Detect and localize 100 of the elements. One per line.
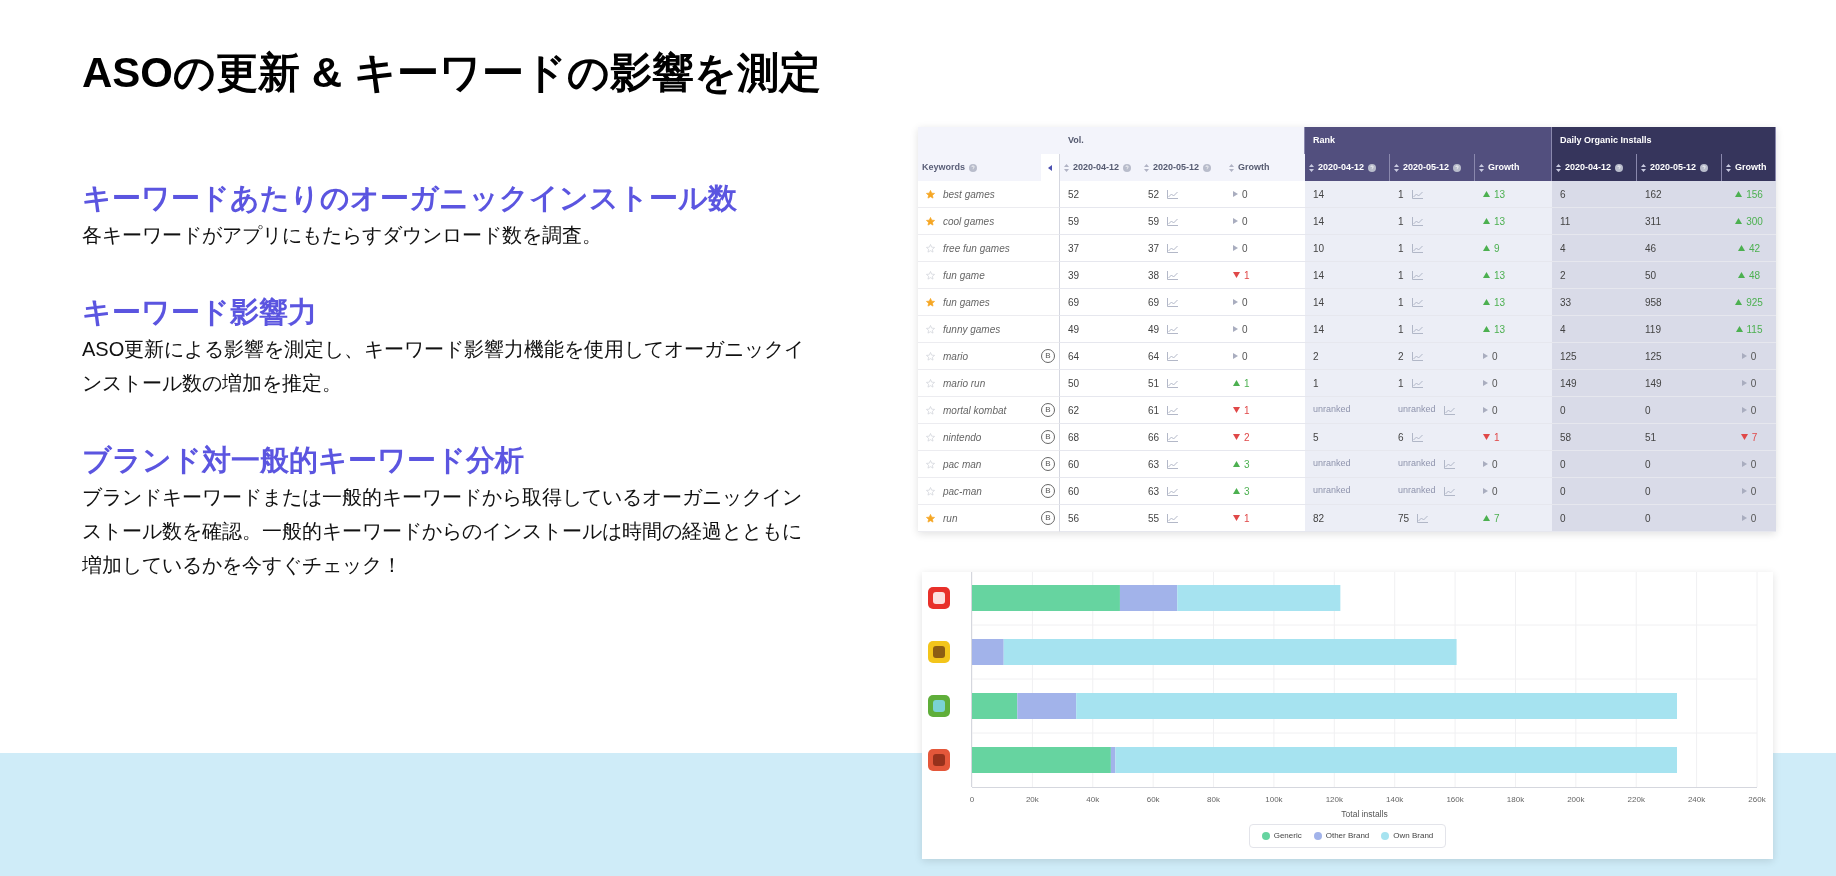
trend-icon[interactable] [1411,324,1423,334]
trend-icon[interactable] [1417,513,1429,523]
trend-icon[interactable] [1411,378,1423,388]
column-header[interactable]: 2020-05-12 [1140,154,1225,181]
growth-value: 0 [1242,322,1248,337]
trend-icon[interactable] [1411,243,1423,253]
star-icon[interactable] [926,405,935,415]
sort-icon[interactable] [1309,163,1314,172]
growth-value: 13 [1494,187,1506,202]
trend-icon[interactable] [1167,351,1179,361]
collapse-button[interactable] [1041,154,1059,181]
table-cell-text: 119 [1645,322,1661,337]
table-cell-text: 1 [1398,322,1404,337]
trend-icon[interactable] [1167,324,1179,334]
growth-value: 0 [1242,295,1248,310]
trend-icon[interactable] [1167,378,1179,388]
column-header[interactable]: Growth [1722,154,1776,181]
trend-icon[interactable] [1167,486,1179,496]
growth-value: 48 [1748,268,1761,283]
trend-icon[interactable] [1167,297,1179,307]
trend-icon[interactable] [1167,270,1179,280]
trend-icon[interactable] [1411,270,1423,280]
page-title: ASOの更新 & キーワードの影響を測定 [82,48,822,98]
group-header: Daily Organic Installs [1552,127,1776,154]
trend-icon[interactable] [1167,216,1179,226]
growth-value: 2 [1244,430,1250,445]
sort-icon[interactable] [1394,163,1399,172]
trend-icon[interactable] [1167,189,1179,199]
star-icon[interactable] [926,351,935,361]
star-icon[interactable] [926,189,935,199]
tick-label: 0 [969,795,975,804]
star-icon[interactable] [926,378,935,388]
trend-icon[interactable] [1443,459,1455,469]
legend-label: Other Brand [1325,830,1370,842]
sort-icon[interactable] [1479,163,1484,172]
column-header[interactable]: 2020-05-12 [1390,154,1475,181]
help-icon [969,163,977,172]
table-cell-text: 1 [1398,268,1404,283]
column-header[interactable]: Growth [1475,154,1552,181]
trend-icon[interactable] [1411,297,1423,307]
trend-icon[interactable] [1167,243,1179,253]
table-cell-text: 49 [1148,322,1160,337]
growth-value: 300 [1746,214,1763,229]
sort-icon[interactable] [1556,163,1561,172]
help-icon [1453,163,1462,172]
table-cell-text: 1 [1313,376,1319,391]
tick-label: 200k [1567,795,1585,804]
sort-icon[interactable] [1726,163,1731,172]
tick-label: 160k [1446,795,1464,804]
trend-icon[interactable] [1167,405,1179,415]
column-header[interactable]: 2020-05-12 [1637,154,1722,181]
trend-icon[interactable] [1167,432,1179,442]
star-icon[interactable] [926,324,935,334]
table-cell-text: 63 [1148,457,1160,472]
table-cell-text: 125 [1645,349,1662,364]
trend-icon[interactable] [1411,189,1423,199]
growth-value: 7 [1494,511,1500,526]
table-cell-text: 4 [1560,322,1566,337]
column-header[interactable]: 2020-04-12 [1305,154,1390,181]
star-icon[interactable] [926,243,935,253]
trend-icon[interactable] [1411,216,1423,226]
trend-icon[interactable] [1443,486,1455,496]
trend-icon[interactable] [1167,513,1179,523]
growth-value: 0 [1750,403,1757,418]
table-cell: unranked [1398,484,1436,498]
star-icon[interactable] [926,513,935,523]
growth-value: 0 [1750,511,1757,526]
star-icon[interactable] [926,216,935,226]
growth-value: 0 [1750,457,1757,472]
star-icon[interactable] [926,459,935,469]
trend-icon[interactable] [1411,432,1423,442]
column-header[interactable]: Growth [1225,154,1305,181]
table-cell-text: 2 [1313,349,1319,364]
trend-icon[interactable] [1411,351,1423,361]
keyword: cool games [943,214,996,229]
sort-icon[interactable] [1641,163,1646,172]
table-cell-text: 50 [1068,376,1080,391]
tick-label: 140k [1386,795,1404,804]
growth-value: 13 [1494,295,1506,310]
table-cell-text: 14 [1313,322,1325,337]
star-icon[interactable] [926,486,935,496]
keyword: run [943,511,959,526]
help-icon [1368,163,1377,172]
trend-icon[interactable] [1443,405,1455,415]
tick-label: 60k [1146,795,1160,804]
star-icon[interactable] [926,297,935,307]
table-cell: unranked [1313,403,1351,417]
star-icon[interactable] [926,432,935,442]
star-icon[interactable] [926,270,935,280]
table-cell-text: 68 [1068,430,1080,445]
trend-icon[interactable] [1167,459,1179,469]
growth-value: 0 [1492,484,1498,499]
tick-label: 220k [1627,795,1645,804]
table-cell-text: 49 [1068,322,1080,337]
table-cell-text: 59 [1148,214,1160,229]
column-header[interactable]: 2020-04-12 [1552,154,1637,181]
table-cell-text: 125 [1560,349,1577,364]
tick-label: 80k [1207,795,1220,804]
table-cell-text: 11 [1560,214,1571,229]
column-header[interactable]: 2020-04-12 [1060,154,1140,181]
